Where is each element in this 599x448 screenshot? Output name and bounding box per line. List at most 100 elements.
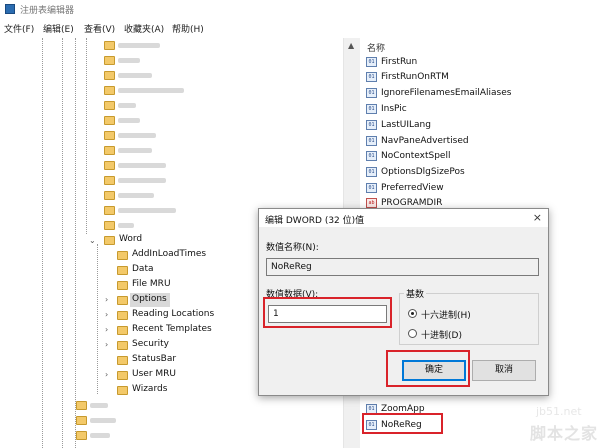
- column-header-name[interactable]: 名称: [367, 41, 385, 54]
- regedit-app-icon: [5, 4, 15, 14]
- folder-icon: [117, 311, 128, 320]
- value-name: PreferredView: [381, 183, 444, 193]
- tree-item-user-mru[interactable]: User MRU: [132, 369, 176, 379]
- title-bar: 注册表编辑器: [0, 0, 599, 18]
- radio-decimal[interactable]: [408, 329, 417, 338]
- folder-icon: [117, 281, 128, 290]
- tree-item-statusbar[interactable]: StatusBar: [132, 354, 176, 364]
- blurred-key-label: [118, 193, 154, 198]
- folder-icon: [104, 71, 115, 80]
- folder-icon: [104, 101, 115, 110]
- folder-icon: [117, 296, 128, 305]
- value-name-label: 数值名称(N):: [266, 243, 319, 253]
- reg-binary-icon: 01: [366, 136, 377, 146]
- folder-icon: [104, 131, 115, 140]
- annotation-highlight-box: [362, 413, 443, 434]
- folder-icon: [117, 341, 128, 350]
- blurred-key-label: [118, 148, 152, 153]
- tree-guide-line: [75, 38, 76, 448]
- folder-icon: [117, 326, 128, 335]
- menu-help[interactable]: 帮助(H): [172, 22, 204, 35]
- tree-guide-line: [86, 38, 87, 234]
- value-name: NavPaneAdvertised: [381, 136, 469, 146]
- cancel-button[interactable]: 取消: [472, 360, 536, 381]
- reg-binary-icon: 01: [366, 183, 377, 193]
- chevron-right-icon[interactable]: ›: [105, 370, 108, 379]
- reg-binary-icon: 01: [366, 57, 377, 67]
- tree-guide-line: [62, 38, 63, 448]
- folder-icon: [76, 431, 87, 440]
- blurred-key-label: [90, 418, 116, 423]
- folder-icon: [117, 356, 128, 365]
- watermark-domain: jb51.net: [536, 405, 582, 418]
- folder-icon: [104, 146, 115, 155]
- folder-icon: [117, 371, 128, 380]
- tree-item-word[interactable]: Word: [119, 234, 142, 244]
- chevron-right-icon[interactable]: ›: [105, 340, 108, 349]
- folder-icon: [104, 206, 115, 215]
- annotation-highlight-box: [263, 297, 392, 328]
- reg-binary-icon: 01: [366, 72, 377, 82]
- value-name: OptionsDlgSizePos: [381, 167, 465, 177]
- tree-item-options[interactable]: Options: [132, 294, 167, 304]
- reg-binary-icon: 01: [366, 120, 377, 130]
- folder-open-icon: [104, 236, 115, 245]
- radio-decimal-label[interactable]: 十进制(D): [421, 328, 462, 341]
- folder-icon: [104, 56, 115, 65]
- value-name-field[interactable]: NoReReg: [266, 258, 539, 276]
- watermark-brand: 脚本之家: [530, 424, 599, 443]
- chevron-right-icon[interactable]: ›: [105, 295, 108, 304]
- dialog-title-bar: 编辑 DWORD (32 位)值 ×: [259, 209, 548, 227]
- chevron-down-icon[interactable]: ⌄: [89, 236, 96, 245]
- dialog-title: 编辑 DWORD (32 位)值: [265, 216, 365, 226]
- scroll-up-arrow-icon[interactable]: ▲: [348, 41, 354, 50]
- chevron-right-icon[interactable]: ›: [105, 325, 108, 334]
- tree-guide-line: [97, 244, 98, 394]
- folder-icon: [104, 41, 115, 50]
- annotation-highlight-box: [386, 350, 470, 387]
- reg-binary-icon: 01: [366, 167, 377, 177]
- menu-edit[interactable]: 编辑(E): [43, 22, 74, 35]
- folder-icon: [104, 116, 115, 125]
- tree-guide-line: [42, 38, 43, 448]
- blurred-key-label: [118, 178, 166, 183]
- blurred-key-label: [90, 433, 110, 438]
- tree-item-wizards[interactable]: Wizards: [132, 384, 167, 394]
- base-label: 基数: [404, 287, 427, 300]
- menu-favorites[interactable]: 收藏夹(A): [124, 22, 164, 35]
- value-name: NoContextSpell: [381, 151, 451, 161]
- menu-view[interactable]: 查看(V): [84, 22, 115, 35]
- value-name: PROGRAMDIR: [381, 198, 443, 208]
- folder-icon: [117, 266, 128, 275]
- folder-icon: [76, 416, 87, 425]
- tree-item-file-mru[interactable]: File MRU: [132, 279, 171, 289]
- blurred-key-label: [118, 88, 184, 93]
- folder-icon: [104, 176, 115, 185]
- folder-icon: [104, 161, 115, 170]
- blurred-key-label: [118, 118, 140, 123]
- reg-binary-icon: 01: [366, 104, 377, 114]
- blurred-key-label: [118, 133, 156, 138]
- tree-item-recent-templates[interactable]: Recent Templates: [132, 324, 212, 334]
- tree-item-reading-locations[interactable]: Reading Locations: [132, 309, 214, 319]
- blurred-key-label: [118, 208, 176, 213]
- blurred-key-label: [118, 58, 140, 63]
- reg-binary-icon: 01: [366, 151, 377, 161]
- value-name: FirstRun: [381, 57, 418, 67]
- value-name: LastUILang: [381, 120, 431, 130]
- folder-icon: [104, 86, 115, 95]
- tree-item-security[interactable]: Security: [132, 339, 169, 349]
- radio-hex-label[interactable]: 十六进制(H): [421, 308, 471, 321]
- blurred-key-label: [118, 163, 166, 168]
- radio-hex[interactable]: [408, 309, 417, 318]
- chevron-right-icon[interactable]: ›: [105, 310, 108, 319]
- blurred-key-label: [118, 103, 136, 108]
- folder-icon: [76, 401, 87, 410]
- blurred-key-label: [118, 223, 134, 228]
- reg-binary-icon: 01: [366, 88, 377, 98]
- menu-file[interactable]: 文件(F): [4, 22, 34, 35]
- window-title: 注册表编辑器: [20, 6, 75, 16]
- close-icon[interactable]: ×: [533, 211, 542, 224]
- tree-item-addinloadtimes[interactable]: AddInLoadTimes: [132, 249, 206, 259]
- tree-item-data[interactable]: Data: [132, 264, 154, 274]
